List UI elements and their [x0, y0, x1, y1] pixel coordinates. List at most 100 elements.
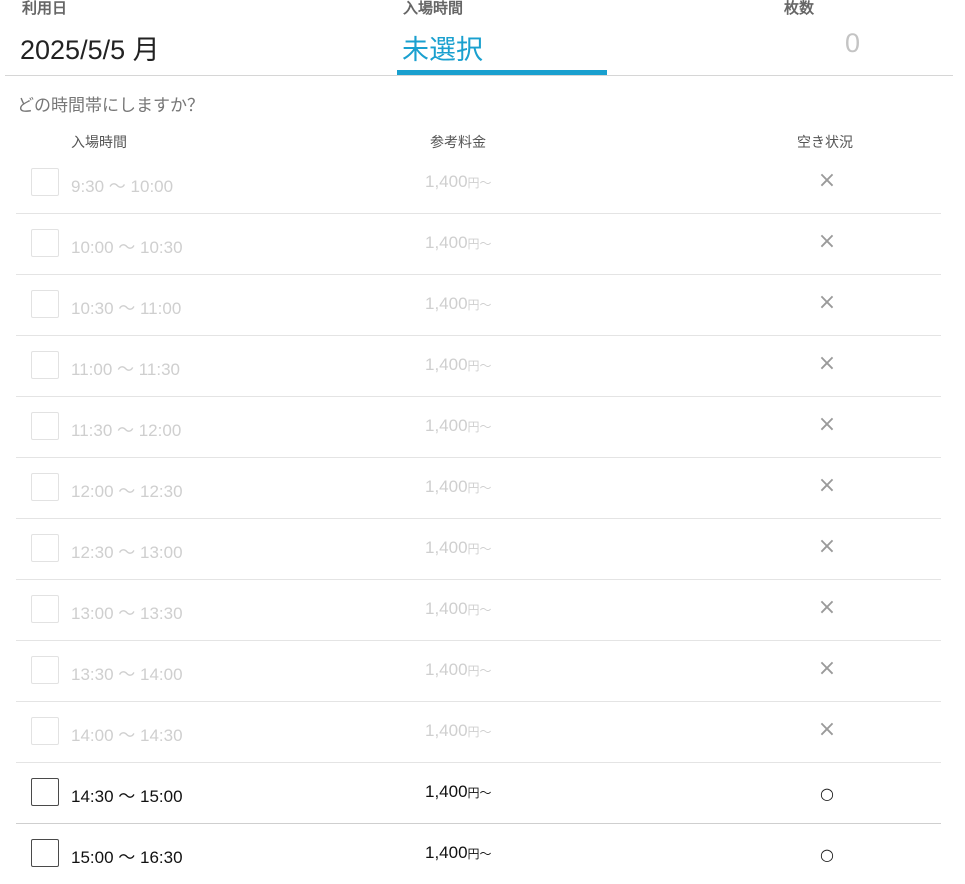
time-slot-row: 14:00 〜 14:30 1,400円〜 × [16, 702, 941, 763]
price-amount: 1,400 [425, 782, 468, 801]
time-slot-range: 9:30 〜 10:00 [71, 177, 174, 196]
time-slot-row: 9:30 〜 10:00 1,400円〜 × [16, 153, 941, 214]
price-unit: 円〜 [467, 542, 492, 556]
time-slot-row[interactable]: 14:30 〜 15:00 1,400円〜 ○ [16, 763, 941, 824]
price-amount: 1,400 [425, 660, 468, 679]
time-slot-range: 13:00 〜 13:30 [71, 604, 183, 623]
cross-icon: × [817, 229, 837, 254]
price-unit: 円〜 [467, 420, 492, 434]
price-unit: 円〜 [467, 664, 492, 678]
price-unit: 円〜 [467, 176, 492, 190]
time-slot-range: 10:30 〜 11:00 [71, 299, 182, 318]
time-slot-row: 11:00 〜 11:30 1,400円〜 × [16, 336, 941, 397]
time-slot-checkbox [31, 290, 59, 318]
circle-icon: ○ [820, 845, 834, 864]
cross-icon: × [817, 595, 837, 620]
cross-icon: × [817, 168, 837, 193]
entry-time-label: 入場時間 [403, 0, 464, 17]
time-slot-price: 1,400円〜 [425, 538, 492, 558]
time-slot-row: 10:30 〜 11:00 1,400円〜 × [16, 275, 941, 336]
price-unit: 円〜 [467, 725, 492, 739]
price-unit: 円〜 [467, 237, 492, 251]
time-slot-checkbox [31, 717, 59, 745]
time-slot-range: 10:00 〜 10:30 [71, 238, 183, 257]
time-slot-range: 15:00 〜 16:30 [71, 848, 183, 867]
time-slot-range: 14:00 〜 14:30 [71, 726, 183, 745]
price-unit: 円〜 [467, 603, 492, 617]
price-unit: 円〜 [467, 359, 492, 373]
time-slot-checkbox [31, 656, 59, 684]
header-availability: 空き状況 [797, 135, 853, 151]
price-amount: 1,400 [425, 172, 468, 191]
header-reference-price: 参考料金 [430, 135, 486, 151]
price-amount: 1,400 [425, 477, 468, 496]
header-entry-time: 入場時間 [71, 135, 127, 151]
time-slot-price: 1,400円〜 [425, 782, 492, 802]
time-slot-price: 1,400円〜 [425, 294, 492, 314]
price-unit: 円〜 [467, 847, 492, 861]
price-unit: 円〜 [467, 786, 492, 800]
date-tab[interactable]: 利用日 2025/5/5 月 [20, 0, 380, 76]
time-slot-checkbox[interactable] [31, 839, 59, 867]
time-slot-checkbox [31, 229, 59, 257]
time-slot-checkbox [31, 534, 59, 562]
ticket-count-value: 0 [845, 28, 861, 58]
summary-divider [5, 75, 953, 76]
cross-icon: × [817, 412, 837, 437]
time-slot-price: 1,400円〜 [425, 599, 492, 619]
price-unit: 円〜 [467, 481, 492, 495]
time-slot-table-header: 入場時間 参考料金 空き状況 [16, 132, 941, 154]
time-slot-question: どの時間帯にしますか？ [17, 96, 204, 116]
ticket-count-tab[interactable]: 枚数 0 [780, 0, 940, 76]
price-amount: 1,400 [425, 233, 468, 252]
time-slot-checkbox [31, 168, 59, 196]
price-unit: 円〜 [467, 298, 492, 312]
time-slot-row: 12:30 〜 13:00 1,400円〜 × [16, 519, 941, 580]
time-slot-row[interactable]: 15:00 〜 16:30 1,400円〜 ○ [16, 824, 941, 884]
time-slot-row: 13:00 〜 13:30 1,400円〜 × [16, 580, 941, 641]
time-slot-range: 12:30 〜 13:00 [71, 543, 183, 562]
time-slot-price: 1,400円〜 [425, 477, 492, 497]
cross-icon: × [817, 290, 837, 315]
entry-time-value: 未選択 [402, 35, 483, 66]
price-amount: 1,400 [425, 599, 468, 618]
time-slot-price: 1,400円〜 [425, 233, 492, 253]
time-slot-checkbox [31, 595, 59, 623]
selection-summary: 利用日 2025/5/5 月 入場時間 未選択 枚数 0 [0, 0, 965, 76]
price-amount: 1,400 [425, 538, 468, 557]
circle-icon: ○ [820, 784, 834, 803]
cross-icon: × [817, 473, 837, 498]
date-value: 2025/5/5 月 [20, 35, 160, 65]
time-slot-price: 1,400円〜 [425, 172, 492, 192]
time-slot-checkbox [31, 412, 59, 440]
price-amount: 1,400 [425, 294, 468, 313]
time-slot-price: 1,400円〜 [425, 721, 492, 741]
time-slot-checkbox [31, 473, 59, 501]
time-slot-range: 14:30 〜 15:00 [71, 787, 183, 806]
time-slot-range: 11:30 〜 12:00 [71, 421, 182, 440]
price-amount: 1,400 [425, 843, 468, 862]
time-slot-row: 10:00 〜 10:30 1,400円〜 × [16, 214, 941, 275]
time-slot-price: 1,400円〜 [425, 660, 492, 680]
time-slot-range: 13:30 〜 14:00 [71, 665, 183, 684]
time-slot-row: 12:00 〜 12:30 1,400円〜 × [16, 458, 941, 519]
time-slot-price: 1,400円〜 [425, 355, 492, 375]
time-slot-price: 1,400円〜 [425, 416, 492, 436]
cross-icon: × [817, 351, 837, 376]
time-slot-row: 11:30 〜 12:00 1,400円〜 × [16, 397, 941, 458]
cross-icon: × [817, 656, 837, 681]
time-slot-price: 1,400円〜 [425, 843, 492, 863]
entry-time-tab[interactable]: 入場時間 未選択 [397, 0, 607, 76]
time-slot-checkbox [31, 351, 59, 379]
time-slot-range: 12:00 〜 12:30 [71, 482, 183, 501]
cross-icon: × [817, 534, 837, 559]
price-amount: 1,400 [425, 416, 468, 435]
time-slot-range: 11:00 〜 11:30 [71, 360, 181, 379]
time-slot-list: 9:30 〜 10:00 1,400円〜 × 10:00 〜 10:30 1,400円〜… [16, 153, 941, 884]
ticket-count-label: 枚数 [784, 0, 815, 17]
time-slot-row: 13:30 〜 14:00 1,400円〜 × [16, 641, 941, 702]
price-amount: 1,400 [425, 721, 468, 740]
time-slot-checkbox[interactable] [31, 778, 59, 806]
date-label: 利用日 [22, 0, 68, 17]
cross-icon: × [817, 717, 837, 742]
